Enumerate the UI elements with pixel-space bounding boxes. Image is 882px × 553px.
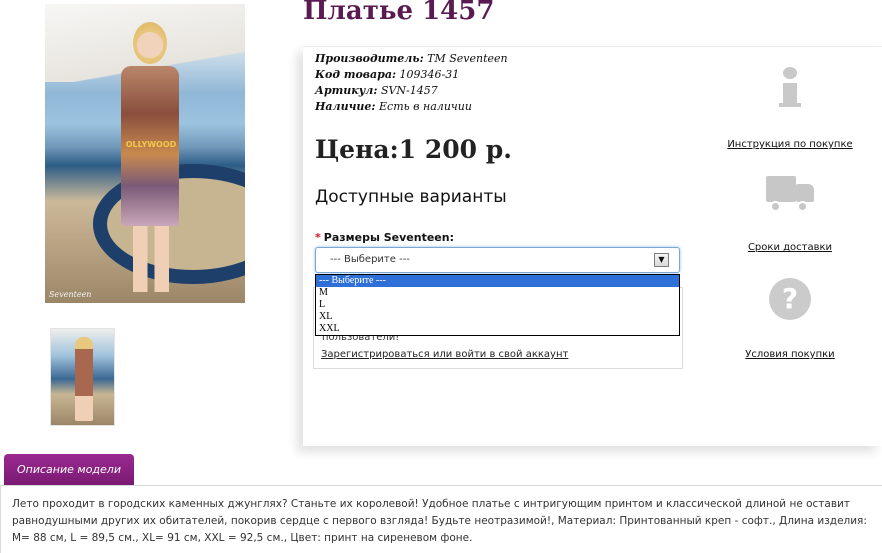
product-thumbnail[interactable] (50, 328, 115, 426)
terms-block: ? Условия покупки (715, 278, 865, 360)
spec-label: Код товара: (315, 68, 397, 81)
spec-label: Наличие: (315, 100, 376, 113)
dropdown-option[interactable]: XXL (316, 323, 679, 335)
spec-article: Артикул: SVN-1457 (315, 84, 438, 97)
delivery-block: Сроки доставки (715, 176, 865, 253)
photo-model: OLLYWOOD (115, 22, 185, 297)
size-select[interactable]: --- Выберите --- ▼ (315, 247, 680, 273)
spec-label: Производитель: (315, 52, 424, 65)
spec-product-code: Код товара: 109346-31 (315, 68, 459, 81)
instructions-block: Инструкция по покупке (715, 67, 865, 150)
dropdown-option[interactable]: XL (316, 311, 679, 323)
truck-icon (766, 176, 814, 214)
photo-signature: Seventeen (49, 290, 92, 299)
description-text: Лето проходит в городских каменных джунг… (12, 498, 867, 544)
spec-value: 109346-31 (399, 68, 460, 81)
dropdown-option[interactable]: M (316, 287, 679, 299)
spec-value: SVN-1457 (380, 84, 438, 97)
spec-manufacturer: Производитель: TM Seventeen (315, 52, 508, 65)
question-icon: ? (769, 278, 811, 320)
product-price: Цена:1 200 р. (315, 135, 512, 164)
photo-dress-print-text: OLLYWOOD (125, 140, 177, 149)
size-label-text: Размеры Seventeen: (323, 231, 454, 244)
instructions-link[interactable]: Инструкция по покупке (715, 139, 865, 150)
product-info-panel: Производитель: TM Seventeen Код товара: … (303, 46, 882, 446)
size-select-label: * Размеры Seventeen: (315, 231, 454, 244)
dropdown-option[interactable]: L (316, 299, 679, 311)
description-box: Лето проходит в городских каменных джунг… (0, 485, 882, 553)
size-dropdown-list: --- Выберите --- M L XL XXL (315, 274, 680, 336)
product-main-image[interactable]: OLLYWOOD Seventeen (45, 4, 245, 303)
spec-value: TM Seventeen (427, 52, 508, 65)
chevron-down-icon[interactable]: ▼ (654, 253, 669, 267)
required-mark: * (315, 231, 321, 244)
info-icon (779, 67, 801, 109)
spec-label: Артикул: (315, 84, 378, 97)
variants-heading: Доступные варианты (315, 187, 507, 207)
photo-model-head (133, 22, 167, 64)
dropdown-option[interactable]: --- Выберите --- (316, 275, 679, 287)
register-login-link[interactable]: Зарегистрироваться или войти в свой акка… (321, 349, 568, 360)
thumbnail-model (75, 337, 93, 421)
tab-description[interactable]: Описание модели (4, 454, 134, 485)
delivery-link[interactable]: Сроки доставки (715, 242, 865, 253)
spec-availability: Наличие: Есть в наличии (315, 100, 472, 113)
photo-model-legs (133, 226, 169, 292)
size-select-value: --- Выберите --- (330, 254, 410, 265)
terms-link[interactable]: Условия покупки (715, 349, 865, 360)
spec-value: Есть в наличии (379, 100, 472, 113)
page-title: Платье 1457 (303, 0, 495, 26)
